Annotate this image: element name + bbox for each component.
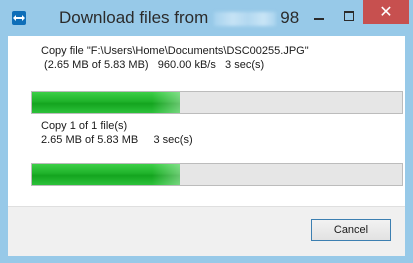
dialog-body: Copy file "F:\Users\Home\Documents\DSC00… [8,36,405,256]
window-title-text: Download files from [59,8,209,27]
minimize-button[interactable] [306,7,332,25]
overall-progress-bar [31,163,403,186]
window-title-suffix: 98 [280,8,300,27]
overall-count-label: Copy 1 of 1 file(s) [41,120,128,132]
redacted-host [214,11,277,26]
file-progress-bar [31,91,403,114]
overall-status: 2.65 MB of 5.83 MB 3 sec(s) [41,134,193,146]
teamviewer-icon [12,11,26,25]
cancel-button[interactable]: Cancel [311,219,391,241]
download-window: Download files from 98 ✕ Copy file "F:\Us… [0,0,413,263]
close-button[interactable]: ✕ [363,0,409,24]
current-file-status: (2.65 MB of 5.83 MB) 960.00 kB/s 3 sec(s… [41,59,265,71]
maximize-button[interactable] [336,7,362,25]
file-progress-fill [32,92,180,113]
title-bar[interactable]: Download files from 98 ✕ [0,0,413,36]
window-title: Download files from 98 [59,8,299,28]
dialog-footer: Cancel [8,206,405,256]
close-icon: ✕ [379,2,393,21]
overall-progress-fill [32,164,180,185]
current-file-label: Copy file "F:\Users\Home\Documents\DSC00… [41,45,309,57]
